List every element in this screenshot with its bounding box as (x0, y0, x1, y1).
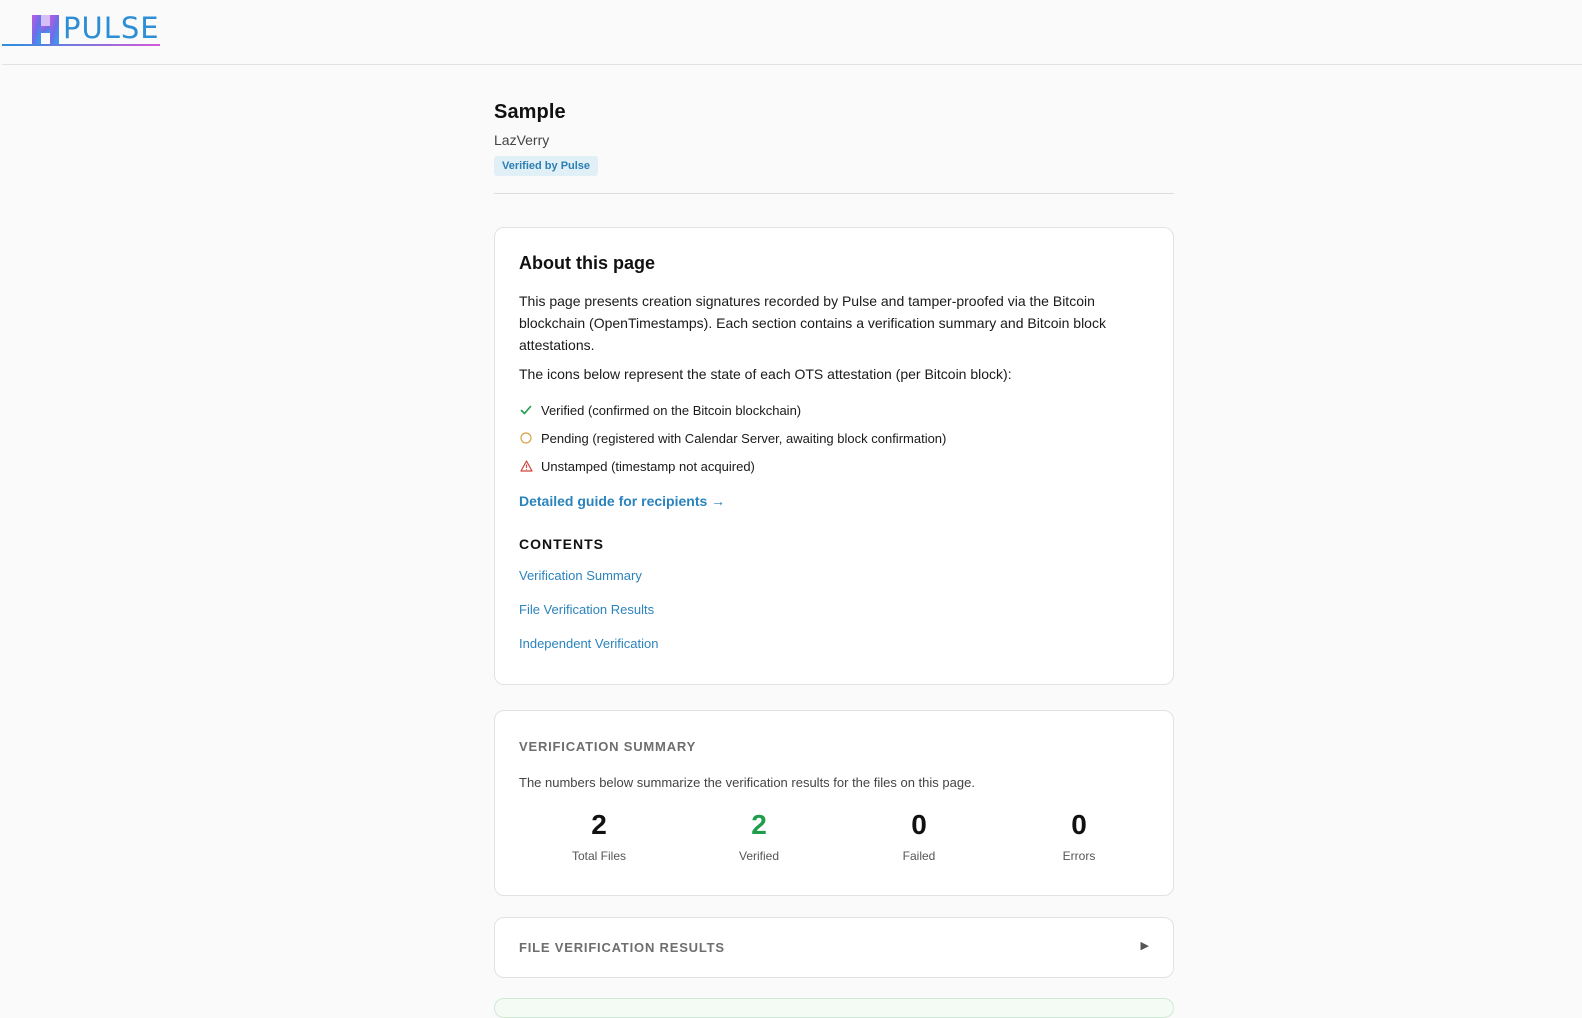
file-verification-results-card[interactable]: FILE VERIFICATION RESULTS ▶ (494, 917, 1174, 978)
check-icon (519, 403, 533, 417)
legend-text: Unstamped (timestamp not acquired) (541, 458, 755, 474)
warning-triangle-icon (519, 459, 533, 473)
recipient-guide-link[interactable]: Detailed guide for recipients → (519, 493, 725, 509)
table-of-contents: Verification Summary File Verification R… (519, 558, 659, 660)
toc-link-independent-verification[interactable]: Independent Verification (519, 636, 659, 651)
summary-description: The numbers below summarize the verifica… (519, 775, 975, 790)
stat-value: 0 (1071, 809, 1087, 840)
about-card: About this page This page presents creat… (494, 227, 1174, 685)
header-divider (494, 193, 1174, 194)
toc-item: File Verification Results (519, 592, 659, 626)
stat-label: Failed (902, 849, 936, 863)
toc-item: Verification Summary (519, 558, 659, 592)
summary-stats: 2 Total Files 2 Verified 0 Failed 0 Erro… (519, 807, 1159, 863)
pulse-logo-icon (32, 14, 59, 44)
stat-label: Verified (738, 849, 780, 863)
status-legend: Verified (confirmed on the Bitcoin block… (519, 396, 946, 480)
verified-badge: Verified by Pulse (494, 156, 599, 176)
independent-verification-card-edge (494, 998, 1174, 1018)
legend-item-pending: Pending (registered with Calendar Server… (519, 424, 946, 452)
author-name: LazVerry (494, 132, 550, 148)
contents-heading: CONTENTS (519, 536, 604, 552)
stat-verified: 2 Verified (679, 807, 839, 863)
icons-intro: The icons below represent the state of e… (519, 366, 1012, 382)
legend-item-unstamped: Unstamped (timestamp not acquired) (519, 452, 946, 480)
stat-value: 2 (591, 809, 607, 840)
legend-item-verified: Verified (confirmed on the Bitcoin block… (519, 396, 946, 424)
logo-underline (2, 44, 160, 46)
stat-failed: 0 Failed (839, 807, 999, 863)
logo-wordmark: PULSE (63, 11, 160, 45)
toc-link-file-verification-results[interactable]: File Verification Results (519, 602, 654, 617)
pulse-logo[interactable]: PULSE (2, 11, 160, 46)
toc-link-verification-summary[interactable]: Verification Summary (519, 568, 642, 583)
stat-total-files: 2 Total Files (519, 807, 679, 863)
expand-toggle-icon[interactable]: ▶ (1141, 939, 1149, 952)
about-heading: About this page (519, 253, 655, 273)
verification-summary-card: VERIFICATION SUMMARY The numbers below s… (494, 710, 1174, 896)
stat-label: Errors (1062, 849, 1096, 863)
stat-value: 2 (751, 809, 767, 840)
pending-circle-icon (519, 431, 533, 445)
toc-item: Independent Verification (519, 626, 659, 660)
legend-text: Verified (confirmed on the Bitcoin block… (541, 402, 802, 418)
stat-value: 0 (911, 809, 927, 840)
summary-label: VERIFICATION SUMMARY (519, 739, 697, 754)
file-results-label: FILE VERIFICATION RESULTS (519, 940, 725, 955)
top-bar: PULSE (2, 0, 1582, 65)
page-title: Sample (494, 101, 566, 123)
stat-errors: 0 Errors (999, 807, 1159, 863)
stat-label: Total Files (571, 849, 627, 863)
legend-text: Pending (registered with Calendar Server… (541, 430, 947, 446)
about-paragraph: This page presents creation signatures r… (519, 293, 1106, 353)
